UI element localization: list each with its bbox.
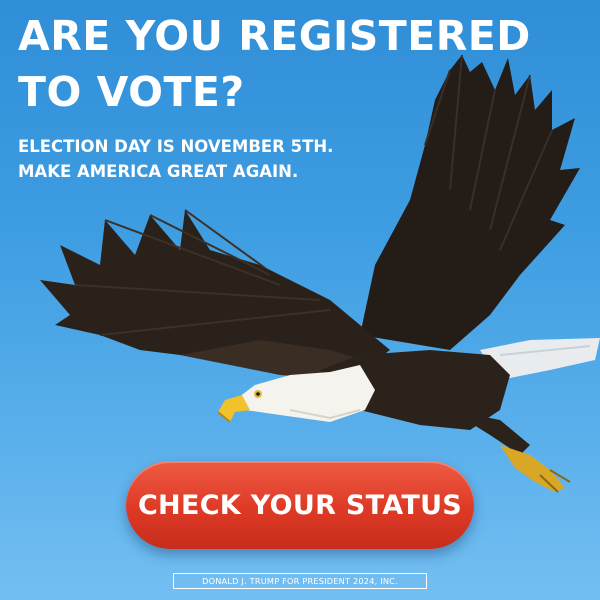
headline-line-1: ARE YOU REGISTERED xyxy=(18,12,531,60)
headline: ARE YOU REGISTERED TO VOTE? xyxy=(18,8,531,120)
paid-for-disclaimer: DONALD J. TRUMP FOR PRESIDENT 2024, INC. xyxy=(173,573,427,589)
subheadline-line-1: ELECTION DAY IS NOVEMBER 5TH. xyxy=(18,137,334,156)
subheadline-line-2: MAKE AMERICA GREAT AGAIN. xyxy=(18,162,299,181)
headline-line-2: TO VOTE? xyxy=(18,68,245,116)
ad-banner: ARE YOU REGISTERED TO VOTE? ELECTION DAY… xyxy=(0,0,600,600)
subheadline: ELECTION DAY IS NOVEMBER 5TH. MAKE AMERI… xyxy=(18,134,333,184)
check-status-button[interactable]: CHECK YOUR STATUS xyxy=(126,461,474,549)
